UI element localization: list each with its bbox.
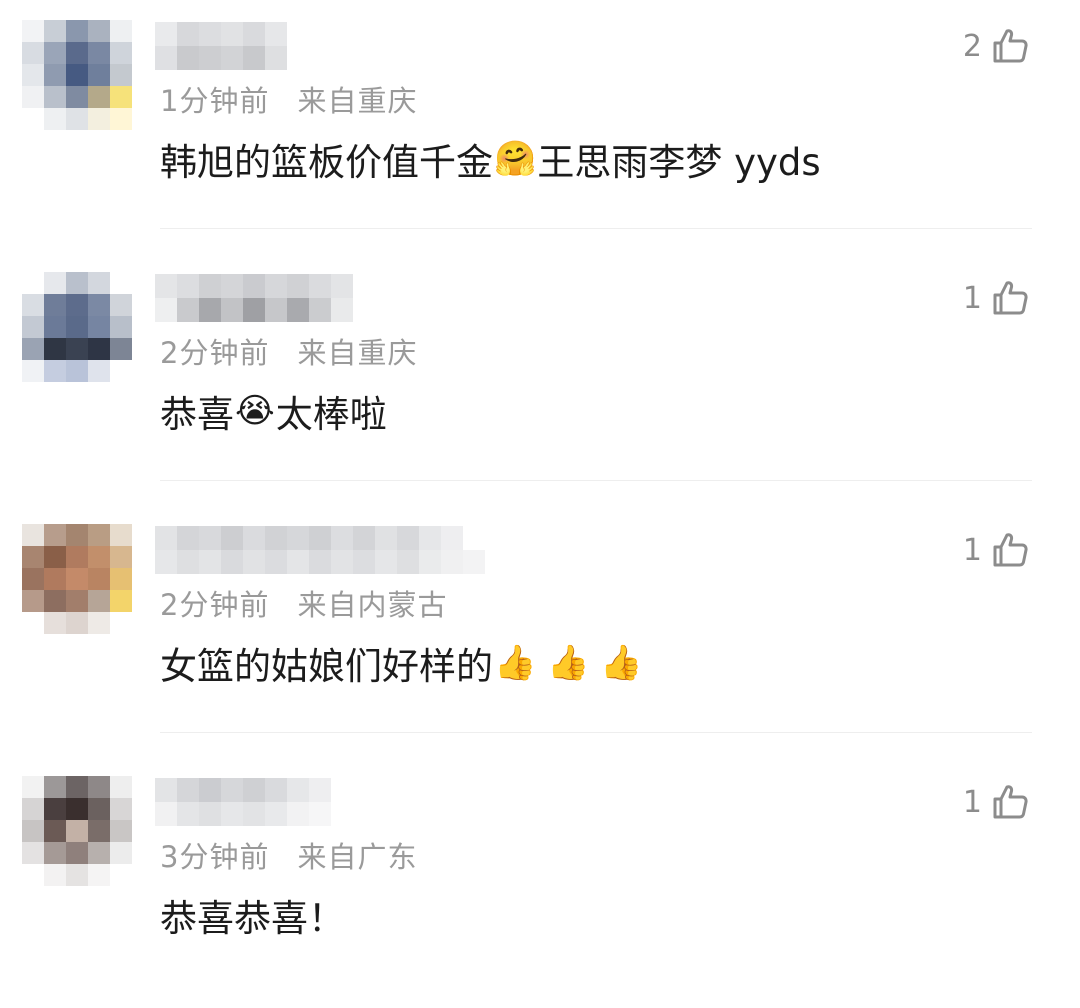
like-count: 2 [962, 28, 982, 64]
thumbs-up-icon [993, 29, 1028, 63]
username-blurred[interactable] [155, 526, 485, 574]
comment-text-part: 女篮的姑娘们好样的 [160, 645, 493, 688]
comment-location: 来自重庆 [297, 84, 418, 118]
comment-meta: 3分钟前 来自广东 [160, 834, 417, 876]
username-blurred[interactable] [155, 778, 331, 826]
divider [160, 228, 1032, 229]
comment-meta: 1分钟前 来自重庆 [160, 78, 417, 120]
like-button[interactable]: 1 [963, 530, 1030, 570]
comment-text-part: 王思雨李梦 yyds [537, 141, 821, 184]
like-button[interactable]: 2 [963, 26, 1030, 66]
comment-meta: 2分钟前 来自重庆 [160, 330, 417, 372]
thumbs-up-emoji: 👍 👍 👍 [494, 643, 643, 683]
comment-meta: 2分钟前 来自内蒙古 [160, 582, 447, 624]
comment-location: 来自内蒙古 [297, 588, 448, 622]
crying-emoji: 😭 [235, 391, 275, 431]
thumbs-up-icon [993, 281, 1028, 315]
divider [160, 480, 1032, 481]
comment-location: 来自广东 [297, 840, 418, 874]
like-count: 1 [962, 532, 982, 568]
comment-location: 来自重庆 [297, 336, 418, 370]
like-count: 1 [962, 784, 982, 820]
thumbs-up-icon [993, 533, 1028, 567]
hug-emoji: 🤗 [494, 139, 537, 179]
comment-item: 2分钟前 来自重庆 恭喜 😭 太棒啦 1 [0, 252, 1080, 504]
like-button[interactable]: 1 [963, 278, 1030, 318]
like-button[interactable]: 1 [963, 782, 1030, 822]
comment-text-part: 太棒啦 [275, 393, 387, 436]
comment-text-part: 恭喜 [160, 393, 234, 436]
username-blurred[interactable] [155, 22, 287, 70]
like-count: 1 [962, 280, 982, 316]
comment-time: 3分钟前 [160, 840, 270, 874]
comment-time: 2分钟前 [160, 588, 270, 622]
comment-item: 2分钟前 来自内蒙古 女篮的姑娘们好样的 👍 👍 👍 1 [0, 504, 1080, 756]
comment-text: 恭喜恭喜！ [160, 888, 345, 942]
comment-time: 1分钟前 [160, 84, 270, 118]
username-blurred[interactable] [155, 274, 353, 322]
comment-text: 女篮的姑娘们好样的 👍 👍 👍 [160, 636, 644, 690]
comment-item: 3分钟前 来自广东 恭喜恭喜！ 1 [0, 756, 1080, 1008]
comment-time: 2分钟前 [160, 336, 270, 370]
comment-text-part: 韩旭的篮板价值千金 [160, 141, 493, 184]
avatar[interactable] [22, 776, 134, 888]
comment-item: 1分钟前 来自重庆 韩旭的篮板价值千金 🤗 王思雨李梦 yyds 2 [0, 0, 1080, 252]
thumbs-up-icon [993, 785, 1028, 819]
comment-text: 韩旭的篮板价值千金 🤗 王思雨李梦 yyds [160, 132, 821, 186]
comment-text: 恭喜 😭 太棒啦 [160, 384, 387, 438]
divider [160, 732, 1032, 733]
avatar[interactable] [22, 524, 134, 636]
avatar[interactable] [22, 20, 134, 132]
comment-text-part: 恭喜恭喜！ [160, 897, 345, 940]
avatar[interactable] [22, 272, 134, 384]
